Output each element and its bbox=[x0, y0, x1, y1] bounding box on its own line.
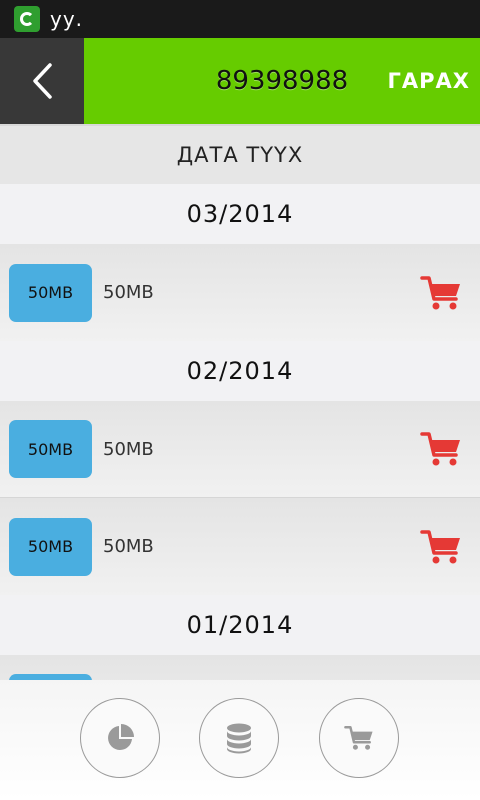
month-header: 01/2014 bbox=[0, 595, 480, 655]
header: 89398988 ГАРАХ bbox=[0, 38, 480, 124]
list-item[interactable]: 50MB 50MB bbox=[0, 498, 480, 595]
status-bar: уу. bbox=[0, 0, 480, 38]
list-item[interactable]: 50MB 50MB bbox=[0, 401, 480, 498]
cart-icon[interactable] bbox=[420, 430, 462, 468]
list-title: ДАТА ТҮҮХ bbox=[0, 124, 480, 184]
pie-chart-icon bbox=[108, 724, 134, 750]
data-history-list[interactable]: ДАТА ТҮҮХ 03/2014 50MB 50MB 02/2014 50MB… bbox=[0, 124, 480, 680]
data-badge: 50MB bbox=[9, 263, 92, 322]
month-header: 02/2014 bbox=[0, 341, 480, 401]
nav-cart-button[interactable] bbox=[319, 698, 399, 778]
list-item[interactable] bbox=[0, 655, 480, 680]
item-label: 50MB bbox=[103, 282, 154, 303]
app-notification-icon bbox=[14, 6, 40, 32]
chevron-left-icon bbox=[33, 63, 52, 99]
header-bar: 89398988 ГАРАХ bbox=[84, 38, 480, 124]
exit-button[interactable]: ГАРАХ bbox=[388, 69, 470, 93]
month-header: 03/2014 bbox=[0, 184, 480, 244]
item-label: 50MB bbox=[103, 438, 154, 460]
item-label: 50MB bbox=[103, 536, 154, 557]
data-badge: 50MB bbox=[9, 420, 92, 478]
cart-icon[interactable] bbox=[420, 528, 462, 566]
data-badge: 50MB bbox=[9, 517, 92, 576]
nav-stats-button[interactable] bbox=[80, 698, 160, 778]
cart-icon bbox=[344, 726, 373, 750]
list-item[interactable]: 50MB 50MB bbox=[0, 244, 480, 341]
cart-icon[interactable] bbox=[420, 274, 462, 312]
bottom-nav bbox=[0, 680, 480, 800]
nav-data-button[interactable] bbox=[199, 698, 279, 778]
database-icon bbox=[227, 723, 251, 754]
back-button[interactable] bbox=[0, 38, 84, 124]
status-text: уу. bbox=[50, 7, 84, 31]
